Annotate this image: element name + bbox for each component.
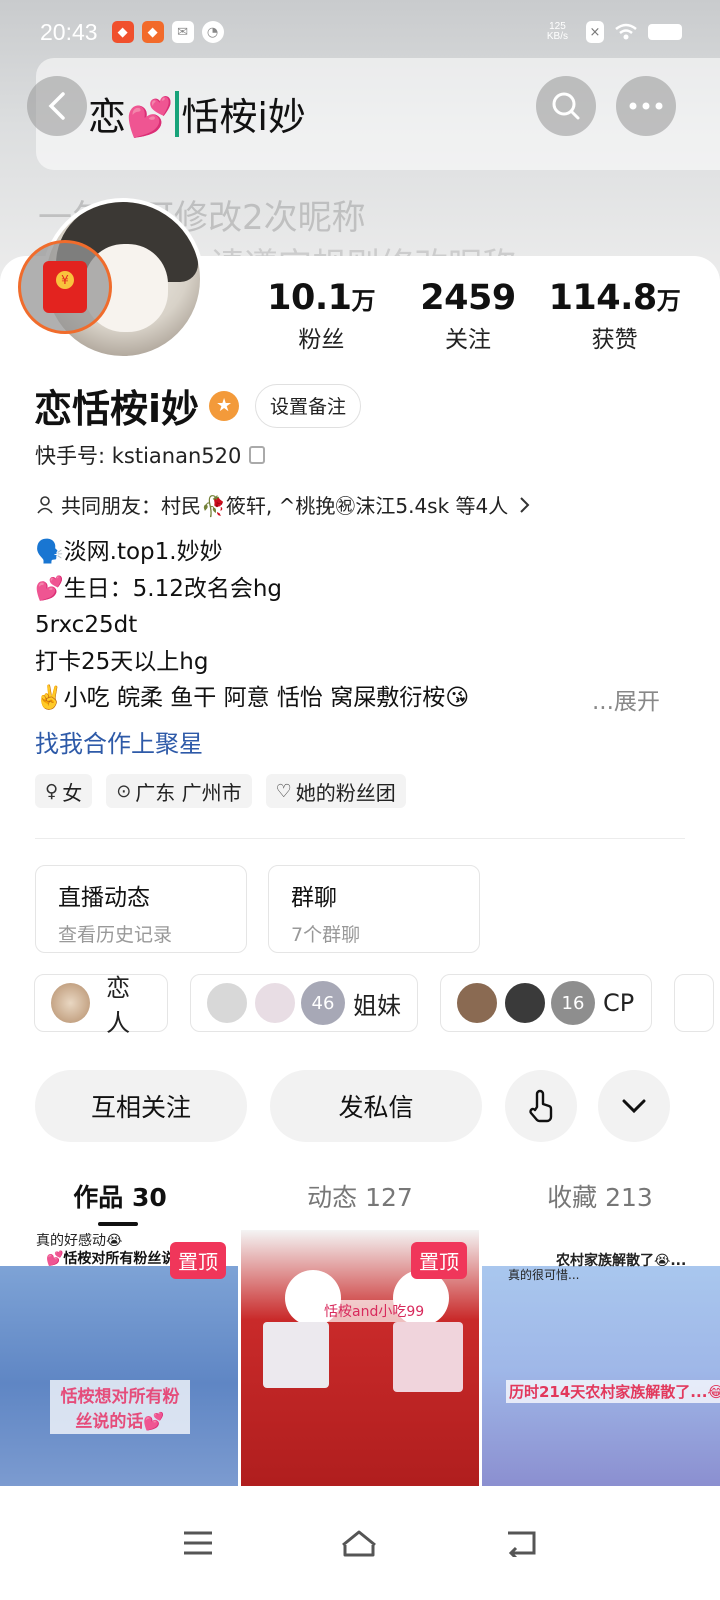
- avatar-area: 4/6: [18, 198, 204, 362]
- more-icon: [629, 102, 663, 110]
- kuaishou-id[interactable]: 快手号: kstianan520: [35, 440, 266, 470]
- chevron-left-icon: [48, 92, 65, 120]
- member-count: 16: [551, 981, 595, 1025]
- stat-following[interactable]: 2459 关注: [395, 278, 542, 354]
- avatar: [205, 981, 249, 1025]
- red-packet-button[interactable]: [18, 240, 112, 334]
- kuaishou-icon: ◆: [111, 21, 134, 43]
- name-row: 恋恬桉i妙 ★ 设置备注: [34, 378, 362, 433]
- system-nav-bar: [0, 1486, 720, 1600]
- network-speed: 125 KB/s: [546, 21, 568, 42]
- nickname-input[interactable]: 恋💕 恬桉i妙: [88, 86, 306, 141]
- hand-tap-icon: [529, 1089, 553, 1123]
- group-chat-card[interactable]: 群聊 7个群聊: [268, 865, 480, 953]
- menu-icon[interactable]: [182, 1530, 214, 1556]
- fan-club-tag[interactable]: ♡ 她的粉丝团: [265, 774, 406, 808]
- work-thumbnail[interactable]: 恬桉and小吃99 置顶: [241, 1230, 479, 1486]
- back-button[interactable]: [27, 76, 87, 136]
- stat-fans[interactable]: 10.1万 粉丝: [248, 278, 395, 354]
- search-icon: [552, 92, 580, 120]
- work-thumbnail[interactable]: 农村家族解散了😭... 真的很可惜... 历时214天农村家族解散了...😂😊: [482, 1230, 720, 1486]
- profile-name: 恋恬桉i妙: [34, 387, 200, 431]
- more-button[interactable]: [616, 76, 676, 136]
- gender-tag: ♀ 女: [35, 774, 93, 808]
- action-buttons: 互相关注 发私信: [35, 1070, 685, 1142]
- pinned-badge: 置顶: [170, 1242, 226, 1279]
- wifi-icon: [615, 23, 637, 40]
- set-remark-button[interactable]: 设置备注: [255, 383, 362, 428]
- search-button[interactable]: [536, 76, 596, 136]
- send-message-button[interactable]: 发私信: [270, 1070, 482, 1142]
- mutual-follow-button[interactable]: 互相关注: [35, 1070, 247, 1142]
- heart-icon: ♡: [275, 780, 292, 802]
- expand-bio-button[interactable]: ...展开: [592, 682, 660, 716]
- more-actions-button[interactable]: [598, 1070, 670, 1142]
- poke-button[interactable]: [505, 1070, 577, 1142]
- home-icon[interactable]: [339, 1527, 379, 1559]
- nickname-text-1: 恋💕: [88, 95, 174, 139]
- female-icon: ♀: [45, 780, 59, 802]
- mutual-friends[interactable]: 共同朋友：村民🥀筱轩, ^桃挽㊗沫江5.4sk 等4人: [35, 490, 532, 519]
- copy-icon[interactable]: [249, 446, 266, 464]
- group-cp[interactable]: 16 CP: [440, 974, 652, 1032]
- red-packet-icon: [43, 261, 87, 313]
- battery-icon: [648, 24, 682, 40]
- avatar: [455, 981, 499, 1025]
- chevron-right-icon: [520, 496, 530, 513]
- compass-icon: ◔: [201, 21, 224, 43]
- avatar: [253, 981, 297, 1025]
- nickname-text-2: 恬桉i妙: [181, 95, 306, 139]
- profile-tags: ♀ 女 ⊙ 广东 广州市 ♡ 她的粉丝团: [35, 774, 406, 808]
- red-packet-count: 4/6: [52, 340, 81, 361]
- location-tag: ⊙ 广东 广州市: [106, 774, 252, 808]
- status-bar: 20:43 ◆ ◆ ✉ ◔ 125 KB/s ×: [40, 14, 682, 50]
- no-sim-icon: ×: [586, 21, 604, 43]
- tab-favorites[interactable]: 收藏 213: [480, 1172, 720, 1232]
- star-badge-icon[interactable]: ★: [209, 390, 240, 421]
- message-icon: ✉: [171, 21, 194, 43]
- member-count: 46: [301, 981, 345, 1025]
- tab-moments[interactable]: 动态 127: [240, 1172, 480, 1232]
- profile-stats: 10.1万 粉丝 2459 关注 114.8万 获赞: [248, 278, 688, 354]
- back-nav-icon[interactable]: [504, 1529, 538, 1557]
- tab-indicator: [98, 1222, 138, 1226]
- group-more[interactable]: [674, 974, 714, 1032]
- stat-likes[interactable]: 114.8万 获赞: [541, 278, 688, 354]
- bio: 🗣️淡网.top1.妙妙 💕生日：5.12改名会hg 5rxc25dt 打卡25…: [35, 539, 470, 711]
- location-icon: ⊙: [116, 780, 132, 802]
- avatar: [49, 981, 93, 1025]
- status-time: 20:43: [40, 18, 98, 45]
- person-icon: [37, 495, 53, 514]
- pinned-badge: 置顶: [411, 1242, 467, 1279]
- chevron-down-icon: [622, 1099, 646, 1114]
- relation-groups: 恋人 46 姐妹 16 CP: [34, 974, 714, 1037]
- live-history-card[interactable]: 直播动态 查看历史记录: [35, 865, 247, 953]
- divider: [35, 838, 685, 839]
- avatar: [503, 981, 547, 1025]
- cooperation-link[interactable]: 找我合作上聚星: [35, 724, 203, 759]
- text-cursor: [175, 90, 180, 137]
- work-thumbnail[interactable]: 真的好感动😭 💕恬桉对所有粉丝说的话 置顶 恬桉想对所有粉丝说的话💕: [0, 1230, 238, 1486]
- group-lover[interactable]: 恋人: [34, 974, 168, 1037]
- mutual-friends-text: 共同朋友：村民🥀筱轩, ^桃挽㊗沫江5.4sk 等4人: [61, 494, 509, 518]
- kuaishou-lite-icon: ◆: [141, 21, 164, 43]
- works-grid: 真的好感动😭 💕恬桉对所有粉丝说的话 置顶 恬桉想对所有粉丝说的话💕 恬桉and…: [0, 1230, 720, 1486]
- group-sisters[interactable]: 46 姐妹: [190, 974, 418, 1032]
- kuaishou-id-text: 快手号: kstianan520: [35, 444, 242, 468]
